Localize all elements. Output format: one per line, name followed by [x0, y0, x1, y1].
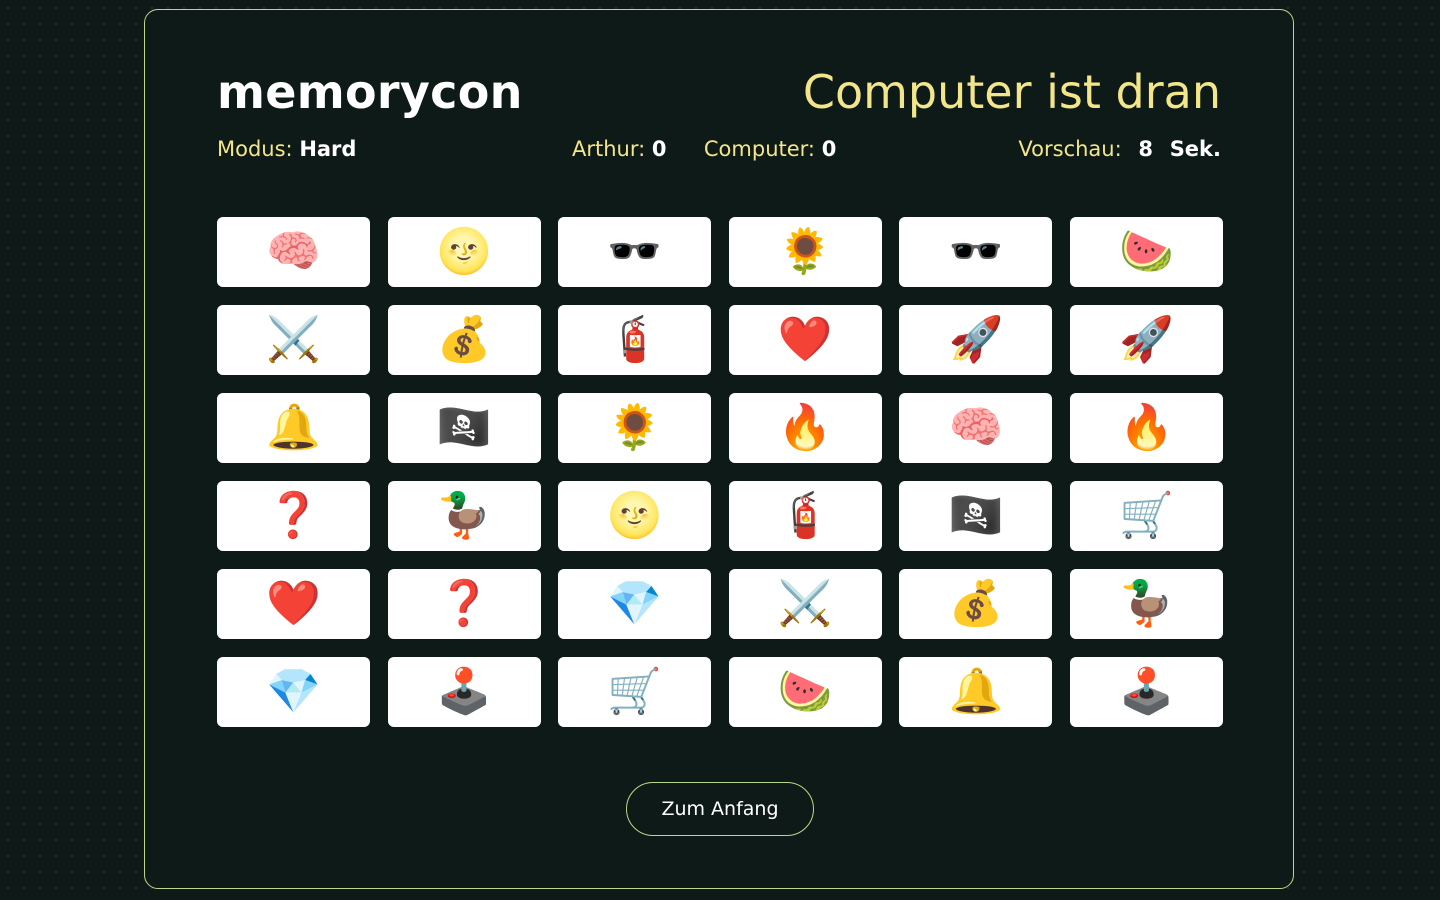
app-title: memorycon — [217, 65, 523, 119]
fire-extinguisher-icon: 🧯 — [777, 490, 833, 541]
memory-card[interactable]: 🏴‍☠️ — [899, 481, 1053, 551]
brain-icon: 🧠 — [948, 402, 1004, 453]
mode-value: Hard — [299, 137, 357, 161]
card-grid: 🧠 🌝 🕶️ 🌻 🕶️ 🍉 ⚔️ 💰 🧯 ❤️ 🚀 🚀 🔔 🏴‍☠️ 🌻 🔥 🧠 🔥 ❓ 🦆 🌝 🧯 🏴‍☠️ 🛒 ❤️ ❓ 💎 ⚔️… — [217, 217, 1223, 727]
fire-icon: 🔥 — [777, 402, 833, 453]
memory-card[interactable]: 🌻 — [558, 393, 712, 463]
memory-card[interactable]: 🧯 — [728, 481, 882, 551]
memory-card[interactable]: 🛒 — [558, 657, 712, 727]
scoreboard: Arthur: 0 Computer: 0 — [572, 134, 836, 164]
preview-seconds: 8 — [1138, 137, 1153, 161]
full-moon-face-icon: 🌝 — [436, 226, 492, 277]
memory-card[interactable]: ❤️ — [217, 569, 370, 639]
memory-card[interactable]: 🧯 — [558, 305, 712, 375]
crossed-swords-icon: ⚔️ — [266, 314, 321, 365]
memory-card[interactable]: 💎 — [217, 657, 370, 727]
memory-card[interactable]: 🌝 — [387, 217, 541, 287]
money-bag-icon: 💰 — [436, 314, 492, 365]
mode-indicator: Modus: Hard — [217, 134, 356, 164]
memory-card[interactable]: 💎 — [558, 569, 712, 639]
bell-icon: 🔔 — [948, 666, 1004, 717]
shopping-cart-icon: 🛒 — [607, 666, 663, 717]
preview-label: Vorschau: — [1018, 137, 1122, 161]
turn-status: Computer ist dran — [802, 65, 1221, 119]
memory-card[interactable]: 💰 — [899, 569, 1053, 639]
gem-icon: 💎 — [266, 666, 321, 717]
memory-card[interactable]: ❓ — [387, 569, 541, 639]
memory-card[interactable]: 🌻 — [728, 217, 882, 287]
crossed-swords-icon: ⚔️ — [777, 578, 833, 629]
bell-icon: 🔔 — [266, 402, 321, 453]
pirate-flag-icon: 🏴‍☠️ — [436, 402, 492, 453]
player1-score: 0 — [651, 137, 667, 161]
sunglasses-icon: 🕶️ — [607, 226, 663, 277]
game-panel: memorycon Computer ist dran Modus: Hard … — [144, 9, 1294, 889]
pirate-flag-icon: 🏴‍☠️ — [948, 490, 1004, 541]
memory-card[interactable]: 💰 — [387, 305, 541, 375]
joystick-icon: 🕹️ — [1119, 666, 1174, 717]
question-mark-icon: ❓ — [436, 578, 492, 629]
brain-icon: 🧠 — [266, 226, 321, 277]
fire-icon: 🔥 — [1119, 402, 1174, 453]
memory-card[interactable]: 🦆 — [387, 481, 541, 551]
player2-score: 0 — [821, 137, 837, 161]
memory-card[interactable]: 🧠 — [217, 217, 370, 287]
full-moon-face-icon: 🌝 — [607, 490, 663, 541]
memory-card[interactable]: 🔔 — [217, 393, 370, 463]
memory-card[interactable]: 🌝 — [558, 481, 712, 551]
shopping-cart-icon: 🛒 — [1119, 490, 1174, 541]
red-heart-icon: ❤️ — [777, 314, 833, 365]
memory-card[interactable]: 🕶️ — [899, 217, 1053, 287]
sunglasses-icon: 🕶️ — [948, 226, 1004, 277]
memory-card[interactable]: 🚀 — [1069, 305, 1223, 375]
sunflower-icon: 🌻 — [777, 226, 833, 277]
player1-label: Arthur: — [572, 137, 646, 161]
memory-card[interactable]: ❓ — [217, 481, 370, 551]
watermelon-icon: 🍉 — [1119, 226, 1174, 277]
memory-card[interactable]: ⚔️ — [728, 569, 882, 639]
memory-card[interactable]: 🕹️ — [1069, 657, 1223, 727]
sunflower-icon: 🌻 — [607, 402, 663, 453]
memory-card[interactable]: 🍉 — [1069, 217, 1223, 287]
memory-card[interactable]: 🔥 — [1069, 393, 1223, 463]
preview-unit: Sek. — [1169, 137, 1221, 161]
red-heart-icon: ❤️ — [266, 578, 321, 629]
preview-timer: Vorschau: 8 Sek. — [1018, 134, 1221, 164]
player2-label: Computer: — [703, 137, 815, 161]
memory-card[interactable]: 🛒 — [1069, 481, 1223, 551]
memory-card[interactable]: 🍉 — [728, 657, 882, 727]
joystick-icon: 🕹️ — [436, 666, 492, 717]
memory-card[interactable]: 🦆 — [1069, 569, 1223, 639]
gem-icon: 💎 — [607, 578, 663, 629]
duck-icon: 🦆 — [1119, 578, 1174, 629]
question-mark-icon: ❓ — [266, 490, 321, 541]
mode-label: Modus: — [217, 137, 293, 161]
duck-icon: 🦆 — [436, 490, 492, 541]
memory-card[interactable]: 🕶️ — [558, 217, 712, 287]
memory-card[interactable]: 🚀 — [899, 305, 1053, 375]
fire-extinguisher-icon: 🧯 — [607, 314, 663, 365]
watermelon-icon: 🍉 — [777, 666, 833, 717]
memory-card[interactable]: 🏴‍☠️ — [387, 393, 541, 463]
memory-card[interactable]: ❤️ — [728, 305, 882, 375]
memory-card[interactable]: 🕹️ — [387, 657, 541, 727]
memory-card[interactable]: 🧠 — [899, 393, 1053, 463]
memory-card[interactable]: 🔥 — [728, 393, 882, 463]
back-to-start-button[interactable]: Zum Anfang — [626, 782, 814, 836]
rocket-icon: 🚀 — [948, 314, 1004, 365]
memory-card[interactable]: ⚔️ — [217, 305, 370, 375]
memory-card[interactable]: 🔔 — [899, 657, 1053, 727]
money-bag-icon: 💰 — [948, 578, 1004, 629]
rocket-icon: 🚀 — [1119, 314, 1174, 365]
